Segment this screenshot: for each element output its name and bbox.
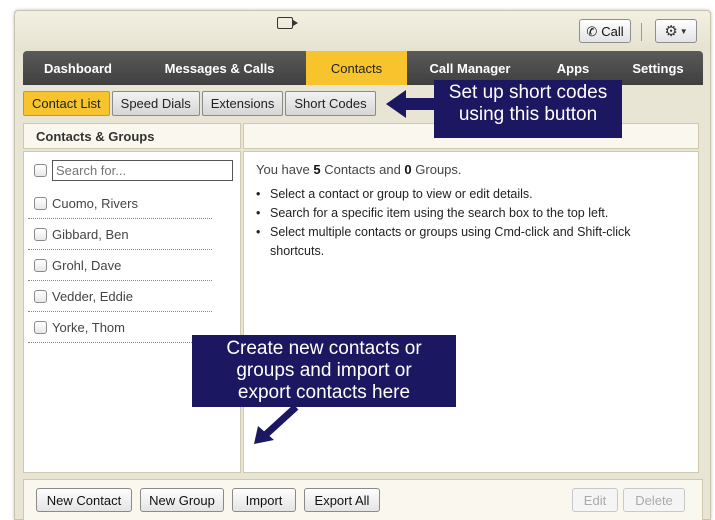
- nav-dashboard[interactable]: Dashboard: [23, 51, 133, 85]
- list-item[interactable]: Cuomo, Rivers: [28, 188, 212, 219]
- toolbar-divider: [641, 23, 642, 41]
- tab-speed-dials[interactable]: Speed Dials: [111, 91, 200, 116]
- gear-icon: ⚙: [664, 23, 678, 40]
- contact-checkbox[interactable]: [34, 196, 47, 210]
- help-item: • Search for a specific item using the se…: [256, 206, 609, 220]
- arrow-icon: [386, 90, 438, 118]
- contacts-pane: Cuomo, Rivers Gibbard, Ben Grohl, Dave V…: [23, 151, 241, 473]
- contact-checkbox[interactable]: [34, 227, 47, 241]
- call-button[interactable]: ✆ Call: [579, 19, 631, 43]
- detail-pane: You have 5 Contacts and 0 Groups. • Selec…: [243, 151, 699, 473]
- contacts-count: 5: [313, 162, 321, 177]
- contact-name: Yorke, Thom: [52, 319, 125, 335]
- contact-checkbox[interactable]: [34, 289, 47, 303]
- tab-extensions[interactable]: Extensions: [201, 91, 284, 116]
- contact-list: Cuomo, Rivers Gibbard, Ben Grohl, Dave V…: [28, 188, 212, 343]
- new-group-button[interactable]: New Group: [140, 488, 224, 512]
- list-item[interactable]: Gibbard, Ben: [28, 219, 212, 250]
- list-item[interactable]: Vedder, Eddie: [28, 281, 212, 312]
- nav-messages-calls[interactable]: Messages & Calls: [133, 51, 306, 85]
- select-all-checkbox[interactable]: [34, 164, 47, 177]
- chevron-down-icon: ▼: [679, 26, 688, 36]
- import-button[interactable]: Import: [232, 488, 296, 512]
- contact-checkbox[interactable]: [34, 320, 47, 334]
- new-contact-button[interactable]: New Contact: [36, 488, 132, 512]
- help-item: • Select multiple contacts or groups usin…: [256, 225, 631, 258]
- action-bar: New Contact New Group Import Export All …: [23, 479, 703, 520]
- phone-icon: ✆: [586, 23, 598, 39]
- export-all-button[interactable]: Export All: [304, 488, 380, 512]
- video-icon[interactable]: [277, 17, 298, 29]
- create-contacts-callout: Create new contacts or groups and import…: [192, 335, 456, 407]
- nav-contacts[interactable]: Contacts: [306, 51, 407, 85]
- search-input[interactable]: [52, 160, 233, 181]
- help-list: • Select a contact or group to view or ed…: [256, 185, 676, 261]
- contacts-summary: You have 5 Contacts and 0 Groups.: [256, 162, 462, 177]
- contact-checkbox[interactable]: [34, 258, 47, 272]
- contact-name: Vedder, Eddie: [52, 288, 133, 304]
- list-item[interactable]: Grohl, Dave: [28, 250, 212, 281]
- contact-name: Grohl, Dave: [52, 257, 122, 273]
- sub-tabs: Contact List Speed Dials Extensions Shor…: [23, 91, 376, 117]
- contact-name: Gibbard, Ben: [52, 226, 129, 242]
- arrow-icon: [254, 404, 299, 444]
- tab-short-codes[interactable]: Short Codes: [285, 91, 376, 116]
- nav-settings[interactable]: Settings: [613, 51, 703, 85]
- call-label: Call: [601, 23, 624, 39]
- search-row: [34, 160, 233, 181]
- tab-contact-list[interactable]: Contact List: [23, 91, 110, 116]
- contacts-groups-header: Contacts & Groups: [23, 123, 241, 149]
- delete-button[interactable]: Delete: [623, 488, 685, 512]
- settings-menu-button[interactable]: ⚙ ▼: [655, 19, 697, 43]
- edit-button[interactable]: Edit: [572, 488, 618, 512]
- groups-count: 0: [404, 162, 412, 177]
- contact-name: Cuomo, Rivers: [52, 195, 138, 211]
- short-codes-callout: Set up short codes using this button: [434, 80, 622, 138]
- help-item: • Select a contact or group to view or ed…: [256, 187, 533, 201]
- top-toolbar: ✆ Call ⚙ ▼: [15, 11, 710, 51]
- list-item[interactable]: Yorke, Thom: [28, 312, 212, 343]
